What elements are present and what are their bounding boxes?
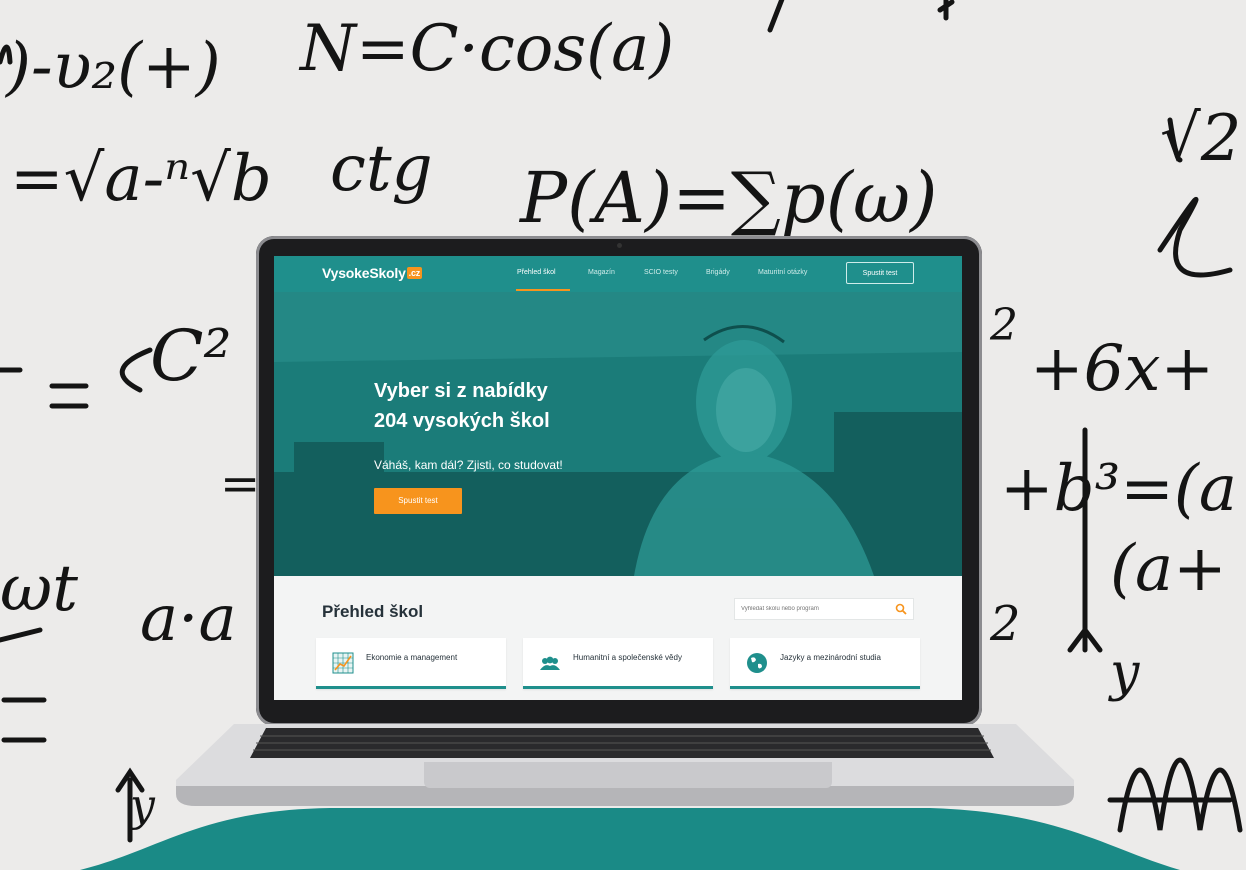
category-card-humanitni[interactable]: Humanitní a společenské vědy (523, 638, 713, 689)
hero-subtitle: Váháš, kam dál? Zjisti, co studovat! (374, 458, 563, 472)
site-logo[interactable]: VysokeSkoly .cz (322, 265, 423, 281)
category-label: Humanitní a společenské vědy (573, 653, 682, 662)
active-nav-indicator (516, 289, 570, 291)
laptop-screen: VysokeSkoly .cz Přehled škol Magazín SCIO… (274, 256, 962, 700)
nav-link-maturitni-otazky[interactable]: Maturitní otázky (758, 269, 807, 276)
hero-title-line2: 204 vysokých škol (374, 410, 550, 432)
webcam-icon (617, 243, 622, 248)
nav-link-prehled-skol[interactable]: Přehled škol (517, 269, 556, 276)
nav-link-magazin[interactable]: Magazín (588, 269, 615, 276)
nav-link-scio-testy[interactable]: SCIO testy (644, 269, 678, 276)
nav-start-test-button[interactable]: Spustit test (846, 262, 914, 284)
logo-badge: .cz (406, 267, 423, 279)
hero-title-line1: Vyber si z nabídky (374, 380, 548, 402)
nav-link-brigady[interactable]: Brigády (706, 269, 730, 276)
search-box (734, 598, 914, 620)
people-icon (540, 656, 560, 670)
trackpad (424, 762, 832, 788)
globe-icon (747, 653, 767, 673)
category-label: Jazyky a mezinárodní studia (780, 653, 881, 662)
hero-banner: Vyber si z nabídky 204 vysokých škol Váh… (274, 292, 962, 576)
schools-overview-section: Přehled škol Ekonomie a management (274, 576, 962, 700)
search-input[interactable] (735, 599, 897, 619)
category-card-ekonomie[interactable]: Ekonomie a management (316, 638, 506, 689)
hero-start-test-button[interactable]: Spustit test (374, 488, 462, 514)
chart-icon (332, 652, 354, 674)
keyboard (250, 728, 994, 758)
logo-text: VysokeSkoly (322, 265, 406, 281)
hero-title: Vyber si z nabídky 204 vysokých škol (374, 376, 634, 436)
search-icon[interactable] (895, 603, 907, 615)
section-title: Přehled škol (322, 602, 424, 621)
category-card-jazyky[interactable]: Jazyky a mezinárodní studia (730, 638, 920, 689)
top-navigation: VysokeSkoly .cz Přehled škol Magazín SCIO… (274, 256, 962, 292)
category-label: Ekonomie a management (366, 653, 458, 662)
